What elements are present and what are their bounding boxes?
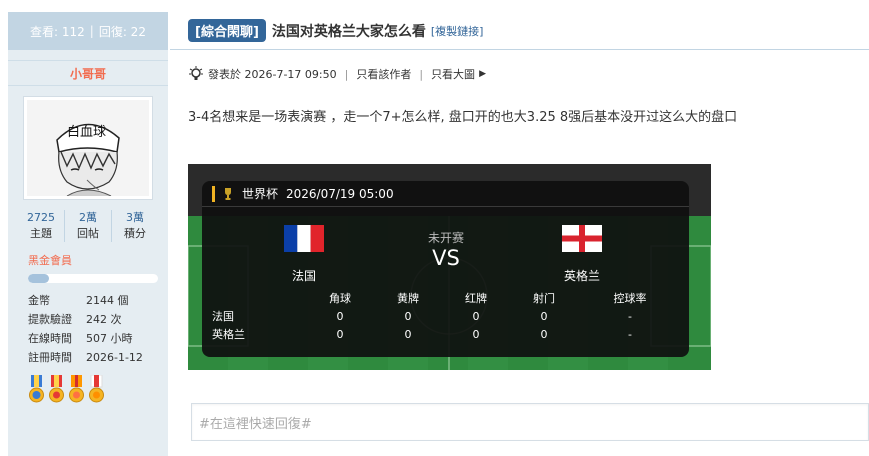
level-progress-fill [28,274,49,283]
replies-count: 回復: 22 [98,24,146,39]
stat-value: 0 [336,309,344,323]
info-row: 提款驗證 242 次 [28,310,168,329]
stat-value: 0 [404,327,412,341]
home-team: 法国 [284,225,324,284]
level-progress-bar [28,274,158,283]
thread-title-bar: [綜合閑聊] 法国对英格兰大家怎么看 [複製鏈接] [170,12,869,50]
post-meta: 發表於 2026-7-17 09:50 | 只看該作者 | 只看大圖 ▶ [188,66,486,82]
england-flag-icon [562,225,602,252]
stats-team: 英格兰 [212,328,245,341]
author-info: 金幣 2144 個 提款驗證 242 次 在線時間 507 小時 註冊時間 2026-1… [28,291,168,367]
medal-red-white-icon[interactable] [88,375,105,405]
count-points-number: 3萬 [126,211,144,224]
info-key: 註冊時間 [28,351,72,364]
avatar[interactable]: 白血球 [23,96,153,200]
info-row: 金幣 2144 個 [28,291,168,310]
away-team: 英格兰 [562,225,602,284]
meta-divider: | [344,67,349,81]
stat-header: 黄牌 [397,292,419,305]
post-body: 3-4名想来是一场表演赛 ，走一个7+怎么样, 盘口开的也大3.25 8强后基本… [188,110,738,125]
caret-right-icon: ▶ [479,69,486,79]
author-counts: 2725 主題 2萬 回帖 3萬 積分 [8,210,168,242]
stats-row: 英格兰 0 0 0 0 - [202,325,689,343]
stats-team: 法国 [212,310,234,323]
match-card-image[interactable]: 世界杯 2026/07/19 05:00 法国 未开赛 VS 英格兰 角球 黄牌… [188,164,711,370]
stats-row: 法国 0 0 0 0 - [202,307,689,325]
count-posts-number: 2萬 [79,211,97,224]
quick-reply-input[interactable]: #在這裡快速回復# [191,403,869,441]
count-posts[interactable]: 2萬 回帖 [65,210,112,242]
thread-stats: 查看: 112 | 回復: 22 [8,12,168,50]
author-sidebar: 查看: 112 | 回復: 22 小哥哥 白血球 2725 主題 2萬 回帖 3… [8,12,168,456]
member-level[interactable]: 黑金會員 [28,252,168,268]
stats-header-row: 角球 黄牌 红牌 射门 控球率 [202,289,689,307]
count-topics-number: 2725 [27,211,55,224]
post-date: 發表於 2026-7-17 09:50 [208,68,337,81]
away-team-name: 英格兰 [563,269,600,283]
info-key: 金幣 [28,294,50,307]
count-topics-label: 主題 [30,227,52,240]
views-count: 查看: 112 [30,24,85,39]
info-row: 註冊時間 2026-1-12 [28,348,168,367]
teams-row: 法国 未开赛 VS 英格兰 [202,207,689,287]
avatar-image: 白血球 [27,100,149,196]
stat-header: 角球 [329,292,351,305]
info-value: 2144 個 [86,294,129,307]
medal-blue-icon[interactable] [28,375,45,405]
stat-value: 0 [540,309,548,323]
stat-value: 0 [540,327,548,341]
only-author-link[interactable]: 只看該作者 [356,66,411,82]
france-flag-icon [284,225,324,252]
avatar-drawing: 白血球 [27,100,149,196]
stat-header: 射门 [533,292,555,305]
medal-red-icon[interactable] [48,375,65,405]
count-points-label: 積分 [124,227,146,240]
stat-value: 0 [472,309,480,323]
match-panel: 世界杯 2026/07/19 05:00 法国 未开赛 VS 英格兰 角球 黄牌… [202,181,689,357]
stat-header: 控球率 [613,292,647,305]
info-row: 在線時間 507 小時 [28,329,168,348]
competition-name: 世界杯 [242,187,279,201]
stat-value: - [628,309,632,323]
home-team-name: 法国 [291,269,316,283]
stat-value: 0 [472,327,480,341]
match-header: 世界杯 2026/07/19 05:00 [202,181,689,207]
meta-divider: | [419,67,424,81]
only-images-link[interactable]: 只看大圖 [431,66,475,82]
info-key: 在線時間 [28,332,72,345]
thread-title: 法国对英格兰大家怎么看 [271,23,426,40]
vs-label: VS [432,246,460,270]
info-value: 507 小時 [86,332,133,345]
medals [28,375,168,405]
stats-divider: | [89,24,94,38]
copy-link-button[interactable]: [複製鏈接] [431,23,484,39]
author-row: 小哥哥 [8,60,168,86]
category-tag[interactable]: [綜合閑聊] [188,19,266,42]
stat-header: 红牌 [465,292,487,305]
count-posts-label: 回帖 [77,227,99,240]
stat-value: 0 [404,309,412,323]
medal-orange-icon[interactable] [68,375,85,405]
online-status-icon [189,66,203,80]
info-key: 提款驗證 [28,313,72,326]
stat-value: 0 [336,327,344,341]
info-value: 2026-1-12 [86,351,143,364]
author-name[interactable]: 小哥哥 [70,65,106,82]
accent-bar [212,185,215,202]
count-points[interactable]: 3萬 積分 [112,210,158,242]
trophy-icon [225,187,231,200]
match-stats-table: 角球 黄牌 红牌 射门 控球率 法国 0 0 0 0 - 英格兰 0 0 0 0… [202,289,689,343]
match-status: 未开赛 [427,231,464,245]
match-datetime: 2026/07/19 05:00 [286,186,394,201]
count-topics[interactable]: 2725 主題 [18,210,65,242]
stat-value: - [628,327,632,341]
svg-text:白血球: 白血球 [67,124,106,140]
info-value: 242 次 [86,313,122,326]
